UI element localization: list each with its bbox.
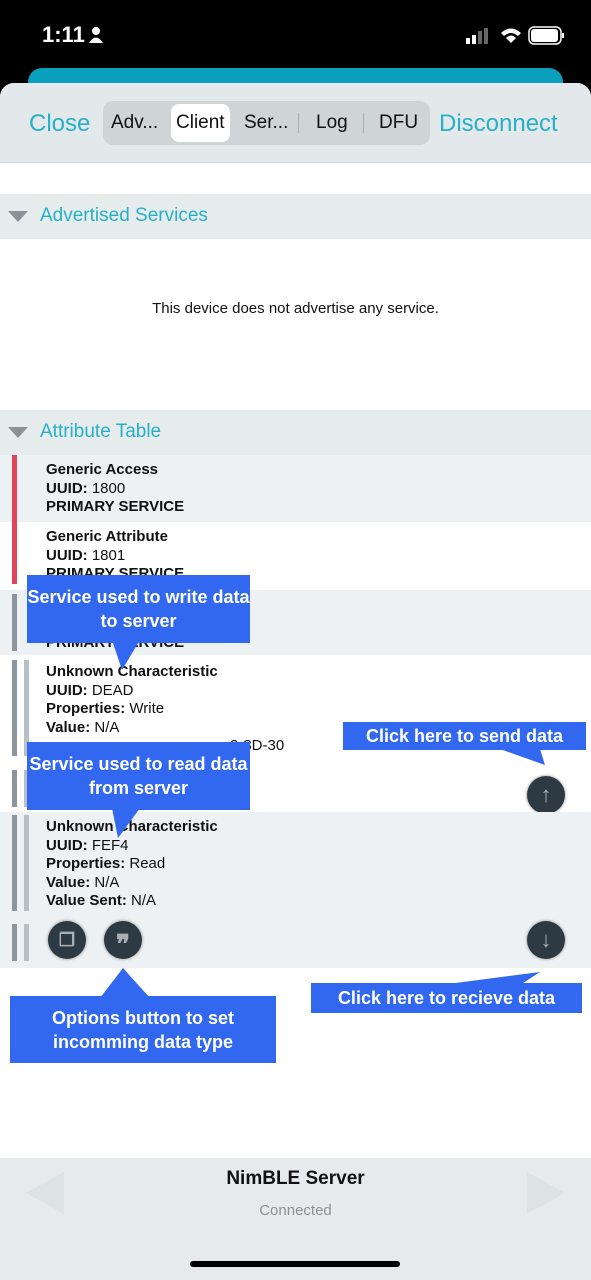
pointer-send bbox=[500, 749, 545, 765]
pointer-options bbox=[100, 968, 150, 998]
callout-write: Service used to write data to server bbox=[27, 575, 250, 643]
pointer-write bbox=[112, 640, 140, 670]
callout-send: Click here to send data bbox=[343, 722, 586, 750]
callout-options: Options button to set incomming data typ… bbox=[10, 996, 276, 1063]
callout-receive: Click here to recieve data bbox=[311, 983, 582, 1013]
callout-read: Service used to read data from server bbox=[27, 742, 250, 810]
pointer-read bbox=[112, 808, 140, 838]
